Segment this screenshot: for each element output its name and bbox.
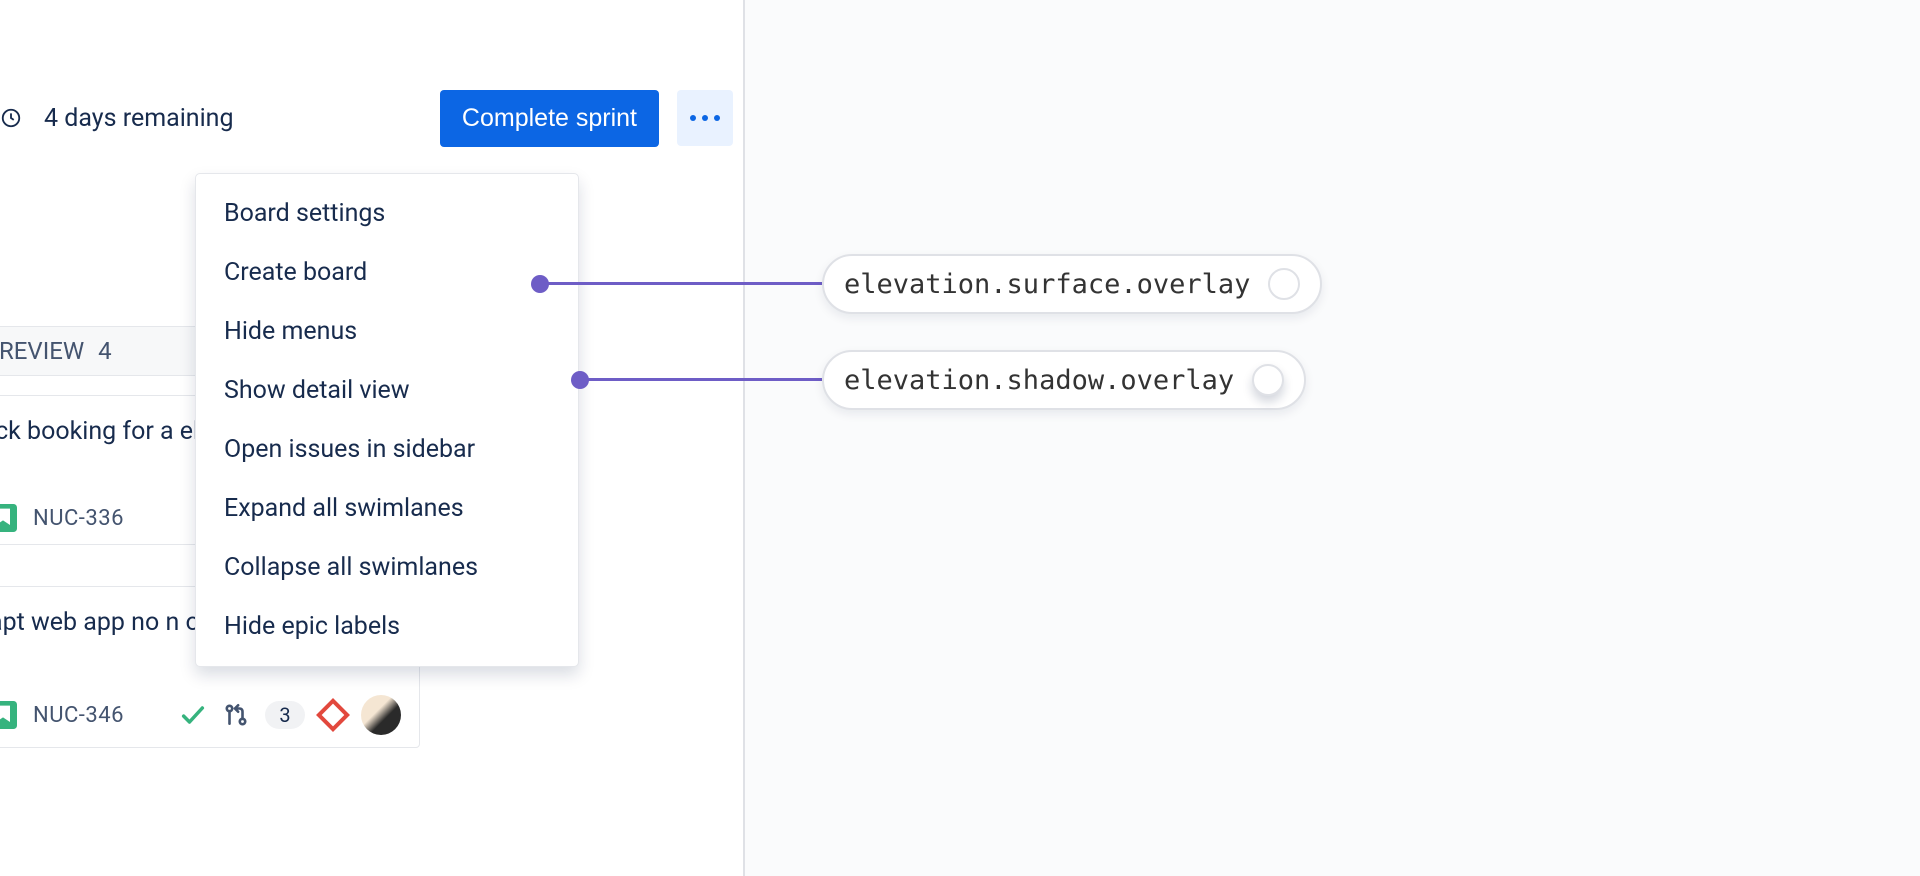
annotation-pointer-surface: [540, 282, 822, 285]
card-footer: NUC-346 3: [0, 695, 401, 735]
more-icon: [690, 115, 720, 121]
done-check-icon: [179, 701, 207, 729]
more-actions-button[interactable]: [677, 90, 733, 146]
token-label: elevation.shadow.overlay: [844, 365, 1234, 396]
annotation-pointer-shadow: [580, 378, 822, 381]
story-type-icon: [0, 701, 17, 729]
swatch-surface-overlay: [1268, 268, 1300, 300]
menu-item-collapse-swimlanes[interactable]: Collapse all swimlanes: [196, 538, 578, 597]
story-type-icon: [0, 504, 17, 532]
board-actions-menu: Board settings Create board Hide menus S…: [195, 173, 579, 667]
priority-highest-icon: [316, 698, 350, 732]
issue-key: NUC-346: [33, 703, 124, 728]
token-label: elevation.surface.overlay: [844, 269, 1250, 300]
clock-icon: [0, 107, 22, 129]
complete-sprint-button[interactable]: Complete sprint: [440, 90, 659, 147]
menu-item-create-board[interactable]: Create board: [196, 243, 578, 302]
menu-item-board-settings[interactable]: Board settings: [196, 184, 578, 243]
menu-item-expand-swimlanes[interactable]: Expand all swimlanes: [196, 479, 578, 538]
pull-request-icon: [223, 702, 249, 728]
menu-item-hide-menus[interactable]: Hide menus: [196, 302, 578, 361]
token-chip-surface-overlay: elevation.surface.overlay: [822, 254, 1322, 314]
column-name: REVIEW: [0, 337, 84, 365]
story-points: 3: [265, 701, 305, 729]
token-chip-shadow-overlay: elevation.shadow.overlay: [822, 350, 1306, 410]
column-count: 4: [98, 337, 112, 365]
sprint-topbar: 4 days remaining Complete sprint: [0, 88, 743, 148]
menu-item-hide-epic-labels[interactable]: Hide epic labels: [196, 597, 578, 656]
issue-key: NUC-336: [33, 506, 124, 531]
board-panel: 4 days remaining Complete sprint Board s…: [0, 0, 745, 876]
menu-item-open-issues-sidebar[interactable]: Open issues in sidebar: [196, 420, 578, 479]
days-remaining: 4 days remaining: [44, 104, 234, 133]
swatch-shadow-overlay: [1252, 364, 1284, 396]
assignee-avatar[interactable]: [361, 695, 401, 735]
menu-item-show-detail-view[interactable]: Show detail view: [196, 361, 578, 420]
